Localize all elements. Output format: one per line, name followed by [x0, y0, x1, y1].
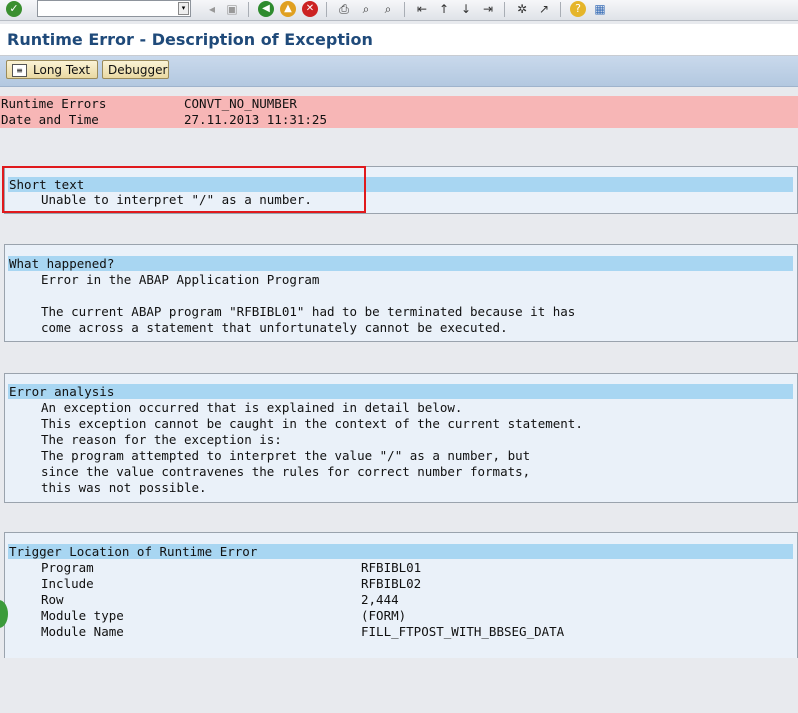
exit-icon[interactable]: ▲	[280, 1, 296, 17]
toolbar-separator	[248, 2, 249, 17]
error-analysis-line: An exception occurred that is explained …	[41, 400, 463, 415]
back-arrow-icon[interactable]: ◂	[204, 1, 220, 17]
document-icon: ≡	[12, 64, 27, 77]
date-time-label: Date and Time	[1, 112, 99, 127]
cancel-icon[interactable]: ✕	[302, 1, 318, 17]
trigger-location-heading: Trigger Location of Runtime Error	[8, 544, 793, 559]
error-analysis-line: This exception cannot be caught in the c…	[41, 416, 583, 431]
toolbar-separator	[504, 2, 505, 17]
layout-icon[interactable]: ▦	[592, 1, 608, 17]
what-happened-line: Error in the ABAP Application Program	[41, 272, 320, 287]
shortcut-icon[interactable]: ↗	[536, 1, 552, 17]
long-text-button[interactable]: ≡ Long Text	[6, 60, 98, 79]
help-icon[interactable]: ?	[570, 1, 586, 17]
find-next-icon[interactable]: ⌕	[380, 1, 396, 17]
last-page-icon[interactable]: ⇥	[480, 1, 496, 17]
new-session-icon[interactable]: ✲	[514, 1, 530, 17]
error-analysis-line: this was not possible.	[41, 480, 207, 495]
trigger-key: Program	[41, 560, 94, 575]
error-analysis-line: The program attempted to interpret the v…	[41, 448, 531, 463]
long-text-label: Long Text	[33, 63, 91, 77]
find-icon[interactable]: ⌕	[358, 1, 374, 17]
error-analysis-line: The reason for the exception is:	[41, 432, 282, 447]
trigger-key: Row	[41, 592, 64, 607]
prev-page-icon[interactable]: ↑	[436, 1, 452, 17]
what-happened-line: The current ABAP program "RFBIBL01" had …	[41, 304, 576, 319]
toolbar-separator	[560, 2, 561, 17]
trigger-value: FILL_FTPOST_WITH_BBSEG_DATA	[361, 624, 565, 639]
command-field[interactable]: ▾	[37, 0, 191, 17]
debugger-button[interactable]: Debugger	[102, 60, 169, 79]
runtime-errors-row: Runtime Errors CONVT_NO_NUMBER	[0, 96, 798, 112]
runtime-errors-label: Runtime Errors	[1, 96, 107, 111]
application-toolbar: ≡ Long Text Debugger	[0, 56, 798, 87]
page-title: Runtime Error - Description of Exception	[7, 30, 373, 49]
toolbar-separator	[326, 2, 327, 17]
command-history-icon[interactable]: ▾	[178, 2, 189, 15]
first-page-icon[interactable]: ⇤	[414, 1, 430, 17]
print-icon[interactable]: ⎙	[336, 1, 352, 17]
trigger-key: Module Name	[41, 624, 124, 639]
error-analysis-section: Error analysis An exception occurred tha…	[4, 373, 798, 503]
what-happened-line: come across a statement that unfortunate…	[41, 320, 508, 335]
back-icon[interactable]: ◀	[258, 1, 274, 17]
trigger-value: (FORM)	[361, 608, 407, 623]
system-toolbar: ✓ ▾ ◂ ▣ ◀ ▲ ✕ ⎙ ⌕ ⌕ ⇤ ↑ ↓ ⇥ ✲ ↗ ? ▦	[0, 0, 798, 21]
trigger-value: RFBIBL02	[361, 576, 422, 591]
what-happened-heading: What happened?	[8, 256, 793, 271]
trigger-location-section: Trigger Location of Runtime Error Progra…	[4, 532, 798, 658]
next-page-icon[interactable]: ↓	[458, 1, 474, 17]
highlight-box	[2, 166, 366, 213]
trigger-key: Module type	[41, 608, 124, 623]
runtime-errors-value: CONVT_NO_NUMBER	[184, 96, 297, 111]
error-analysis-line: since the value contravenes the rules fo…	[41, 464, 531, 479]
enter-icon[interactable]: ✓	[6, 1, 22, 17]
save-icon[interactable]: ▣	[224, 1, 240, 17]
date-time-value: 27.11.2013 11:31:25	[184, 112, 327, 127]
title-bar: Runtime Error - Description of Exception	[0, 24, 798, 56]
trigger-value: RFBIBL01	[361, 560, 422, 575]
error-analysis-heading: Error analysis	[8, 384, 793, 399]
trigger-key: Include	[41, 576, 94, 591]
trigger-value: 2,444	[361, 592, 399, 607]
date-time-row: Date and Time 27.11.2013 11:31:25	[0, 112, 798, 128]
toolbar-separator	[404, 2, 405, 17]
what-happened-section: What happened? Error in the ABAP Applica…	[4, 244, 798, 342]
